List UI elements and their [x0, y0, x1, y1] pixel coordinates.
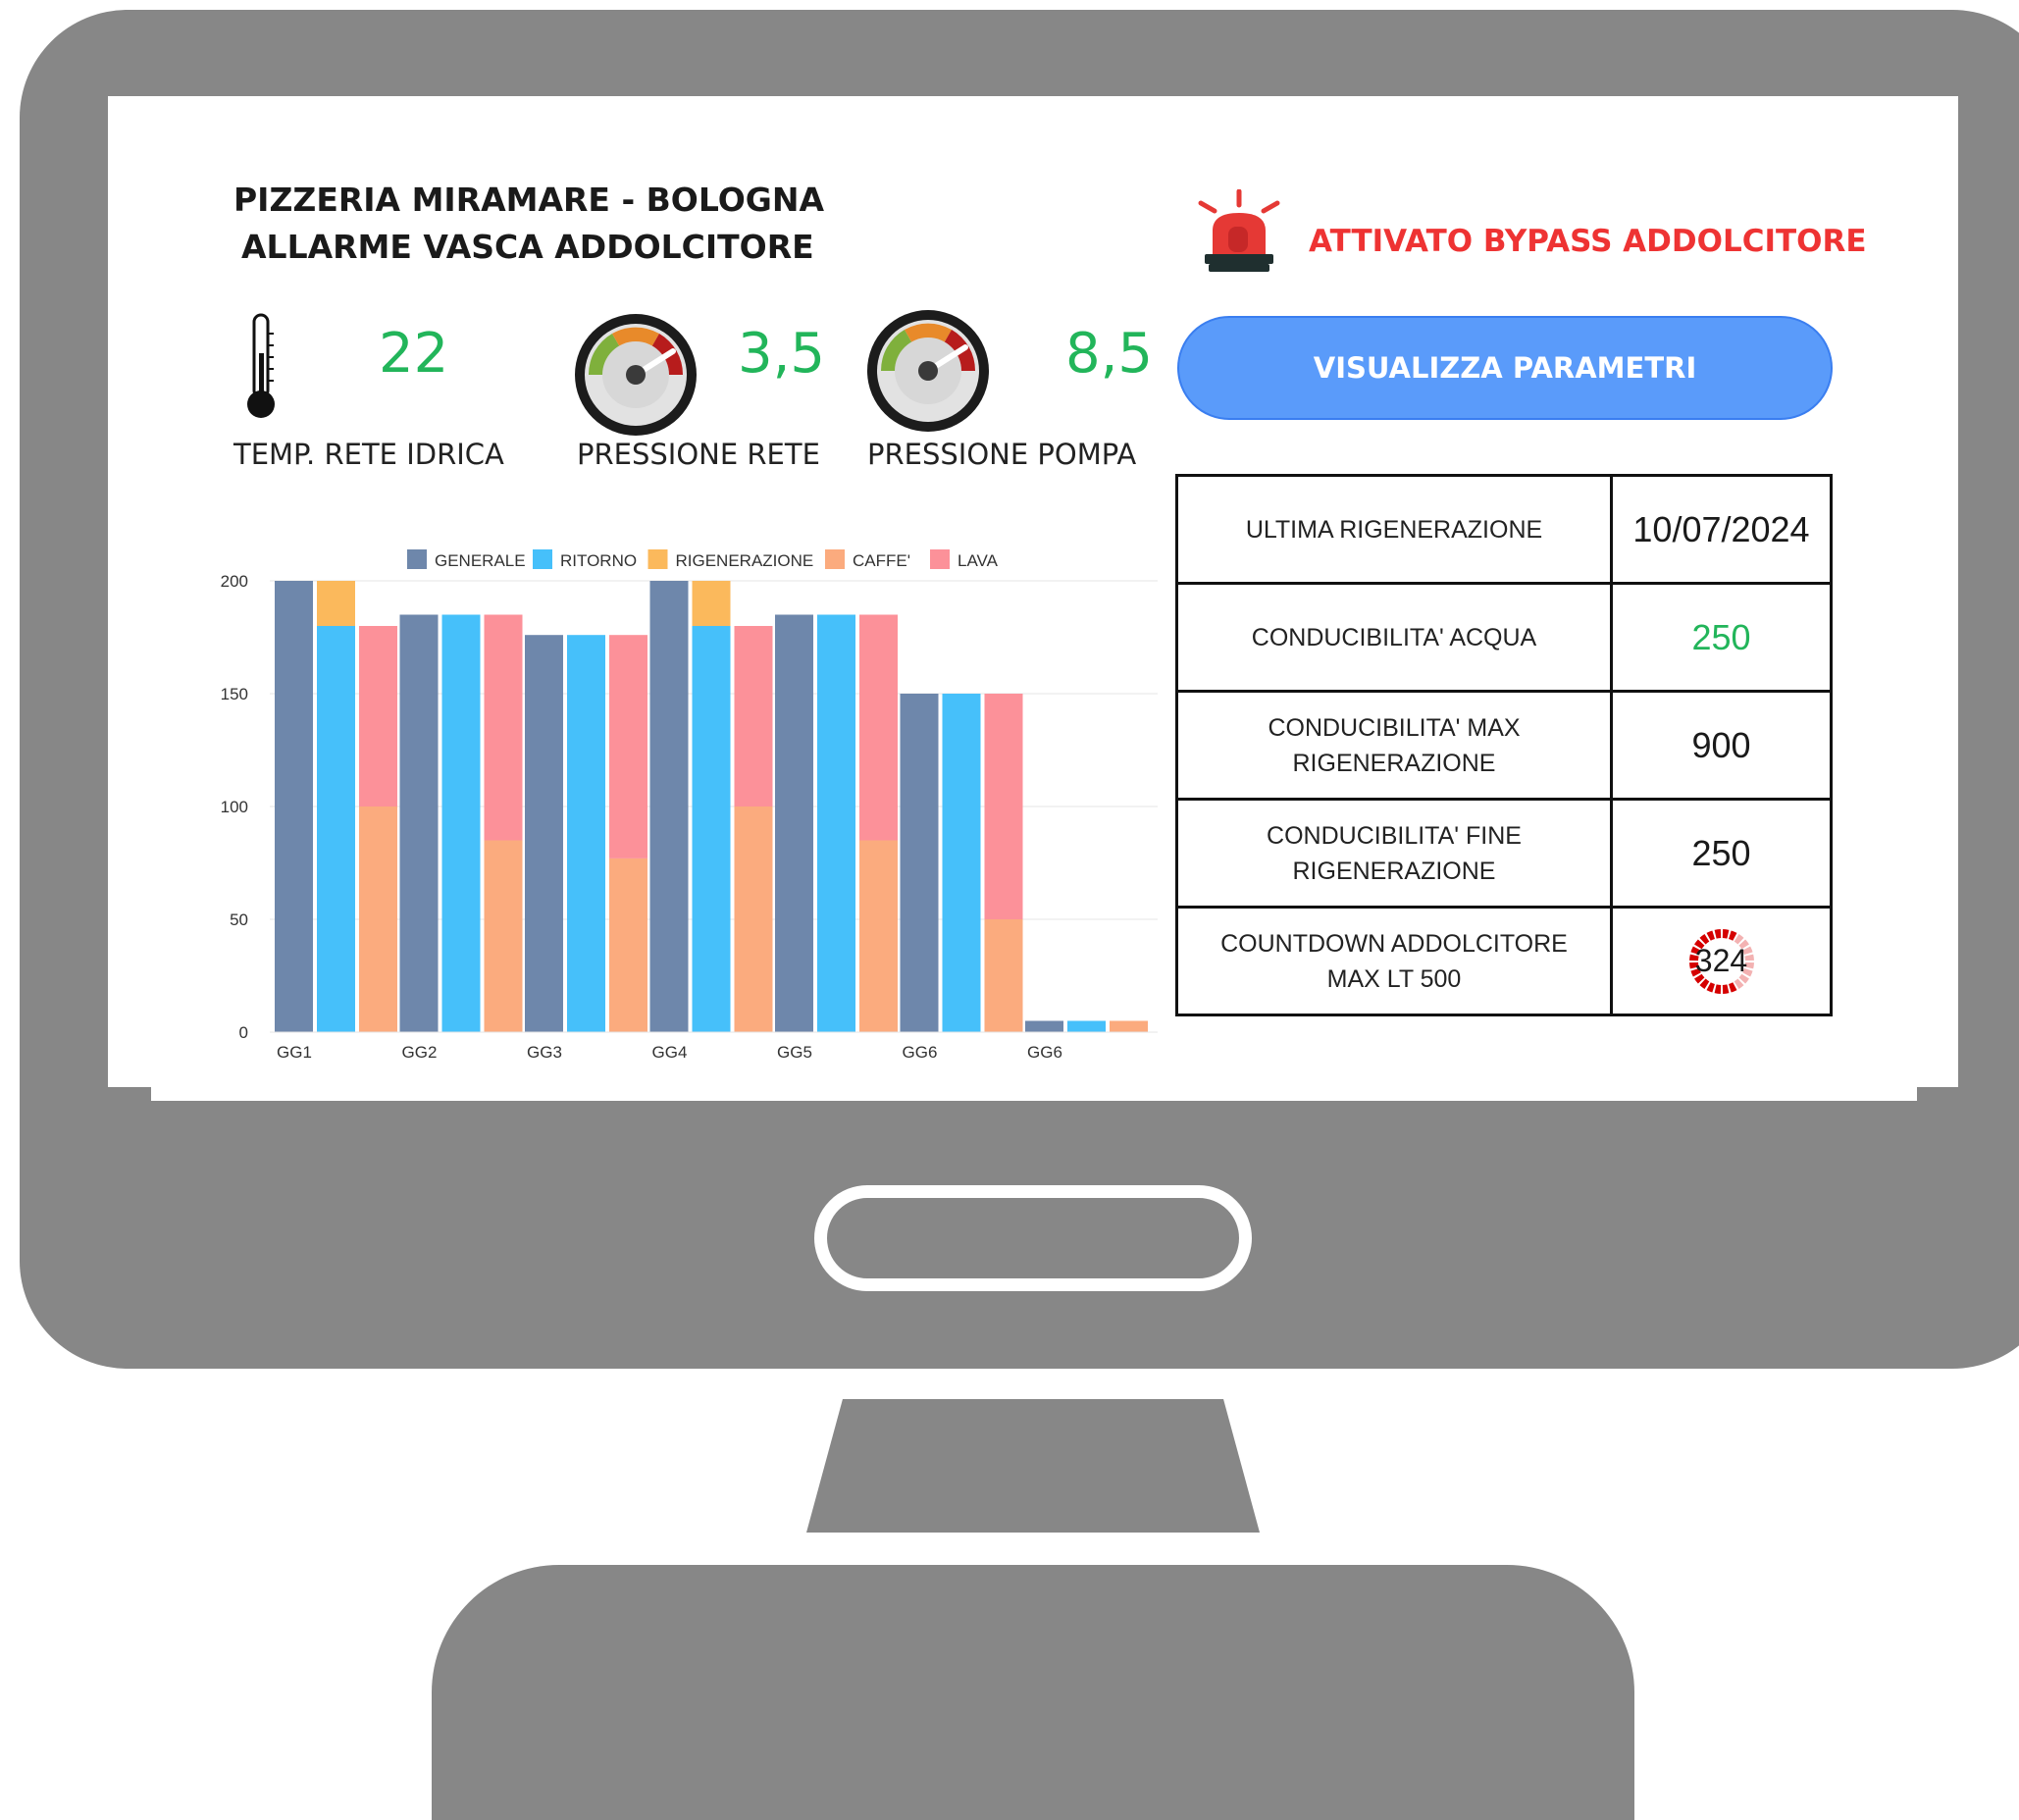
- param-label: CONDUCIBILITA' FINE RIGENERAZIONE: [1175, 798, 1613, 909]
- bar: [275, 581, 313, 1032]
- param-label-line-1: COUNTDOWN ADDOLCITORE: [1220, 929, 1568, 958]
- bar: [734, 626, 773, 806]
- x-tick-label: GG1: [277, 1043, 312, 1062]
- bar: [1067, 1020, 1106, 1032]
- param-value: 900: [1610, 690, 1833, 801]
- legend-swatch: [533, 549, 552, 569]
- legend-label: GENERALE: [435, 551, 526, 570]
- param-value: 250: [1610, 798, 1833, 909]
- bar: [567, 635, 605, 1032]
- bar: [359, 626, 397, 806]
- monitor-neck: [806, 1399, 1260, 1533]
- pressure-gauge-icon: [575, 314, 697, 436]
- param-label: CONDUCIBILITA' MAX RIGENERAZIONE: [1175, 690, 1613, 801]
- bar: [484, 840, 523, 1032]
- bar: [734, 806, 773, 1032]
- temperature-label: TEMP. RETE IDRICA: [233, 438, 504, 471]
- param-label: CONDUCIBILITA' ACQUA: [1175, 582, 1613, 693]
- param-label-text: CONDUCIBILITA' ACQUA: [1251, 623, 1537, 651]
- monitor-stand: [432, 1565, 1634, 1820]
- alarm-message: ATTIVATO BYPASS ADDOLCITORE: [1309, 224, 1867, 259]
- title-line-1: PIZZERIA MIRAMARE - BOLOGNA: [233, 181, 825, 219]
- y-tick-label: 150: [221, 685, 248, 703]
- x-tick-label: GG6: [903, 1043, 938, 1062]
- table-row: CONDUCIBILITA' MAX RIGENERAZIONE 900: [1175, 690, 1833, 801]
- bar: [525, 635, 563, 1032]
- x-tick-label: GG3: [527, 1043, 562, 1062]
- bar: [441, 614, 481, 1032]
- param-value: 10/07/2024: [1610, 474, 1833, 585]
- view-parameters-button[interactable]: VISUALIZZA PARAMETRI: [1177, 316, 1833, 420]
- page-title: PIZZERIA MIRAMARE - BOLOGNA ALLARME VASC…: [233, 177, 824, 271]
- consumption-chart: 0 50 100 150 200 GENERALE RITORNO RIGENERAZIONE…: [221, 549, 1158, 1062]
- pump-gauge-icon: [867, 310, 989, 432]
- bar: [484, 614, 523, 841]
- parameters-table: ULTIMA RIGENERAZIONE 10/07/2024 CONDUCIB…: [1175, 474, 1833, 1016]
- bar: [1025, 1020, 1063, 1032]
- title-line-2: ALLARME VASCA ADDOLCITORE: [241, 228, 814, 266]
- network-pressure-label: PRESSIONE RETE: [577, 438, 820, 471]
- x-tick-label: GG2: [402, 1043, 438, 1062]
- bar: [317, 581, 355, 626]
- legend-label: RIGENERAZIONE: [676, 551, 814, 570]
- thermometer-icon: [247, 313, 275, 418]
- bar: [649, 581, 689, 1032]
- bar: [984, 694, 1023, 919]
- bar: [399, 614, 439, 1032]
- bar: [609, 635, 647, 858]
- bar: [817, 614, 855, 1032]
- bar: [900, 694, 939, 1032]
- param-value: 250: [1610, 582, 1833, 693]
- legend-label: CAFFE': [853, 551, 910, 570]
- table-row: COUNTDOWN ADDOLCITORE MAX LT 500 324: [1175, 906, 1833, 1016]
- legend-swatch: [930, 549, 950, 569]
- bar: [775, 614, 813, 1032]
- legend-swatch: [407, 549, 427, 569]
- bar: [609, 858, 647, 1032]
- legend-swatch: [825, 549, 845, 569]
- bar: [359, 806, 397, 1032]
- param-label-text: ULTIMA RIGENERAZIONE: [1245, 515, 1543, 544]
- table-row: ULTIMA RIGENERAZIONE 10/07/2024: [1175, 474, 1833, 585]
- countdown-value: 324: [1694, 943, 1748, 978]
- param-label-line-2: MAX LT 500: [1326, 964, 1462, 993]
- bar: [984, 919, 1023, 1032]
- table-row: CONDUCIBILITA' ACQUA 250: [1175, 582, 1833, 693]
- bar: [1110, 1020, 1148, 1032]
- param-label-line-2: RIGENERAZIONE: [1292, 749, 1496, 777]
- bar: [859, 614, 898, 841]
- bar: [692, 626, 731, 1032]
- siren-icon: [1198, 189, 1280, 272]
- param-label-line-1: CONDUCIBILITA' FINE: [1267, 821, 1522, 850]
- pump-pressure-value: 8,5: [1065, 322, 1154, 386]
- x-tick-label: GG6: [1027, 1043, 1062, 1062]
- bar: [317, 626, 355, 1032]
- param-label: ULTIMA RIGENERAZIONE: [1175, 474, 1613, 585]
- temperature-value: 22: [379, 322, 449, 386]
- y-tick-label: 0: [239, 1023, 248, 1042]
- param-label: COUNTDOWN ADDOLCITORE MAX LT 500: [1175, 906, 1613, 1016]
- bar: [859, 840, 898, 1032]
- y-tick-label: 50: [230, 910, 248, 929]
- countdown-cell: 324: [1610, 906, 1833, 1016]
- param-label-line-2: RIGENERAZIONE: [1292, 857, 1496, 885]
- param-label-line-1: CONDUCIBILITA' MAX: [1268, 713, 1521, 742]
- table-row: CONDUCIBILITA' FINE RIGENERAZIONE 250: [1175, 798, 1833, 909]
- x-tick-label: GG5: [777, 1043, 812, 1062]
- network-pressure-value: 3,5: [738, 322, 826, 386]
- bar: [692, 581, 731, 626]
- y-tick-label: 100: [221, 798, 248, 816]
- bar: [942, 694, 981, 1032]
- x-tick-label: GG4: [652, 1043, 688, 1062]
- monitor-button: [814, 1185, 1252, 1291]
- legend-label: RITORNO: [560, 551, 637, 570]
- legend-label: LAVA: [958, 551, 999, 570]
- y-tick-label: 200: [221, 572, 248, 591]
- countdown-ring: 324: [1687, 927, 1756, 996]
- pump-pressure-label: PRESSIONE POMPA: [867, 438, 1137, 471]
- legend-swatch: [647, 549, 668, 569]
